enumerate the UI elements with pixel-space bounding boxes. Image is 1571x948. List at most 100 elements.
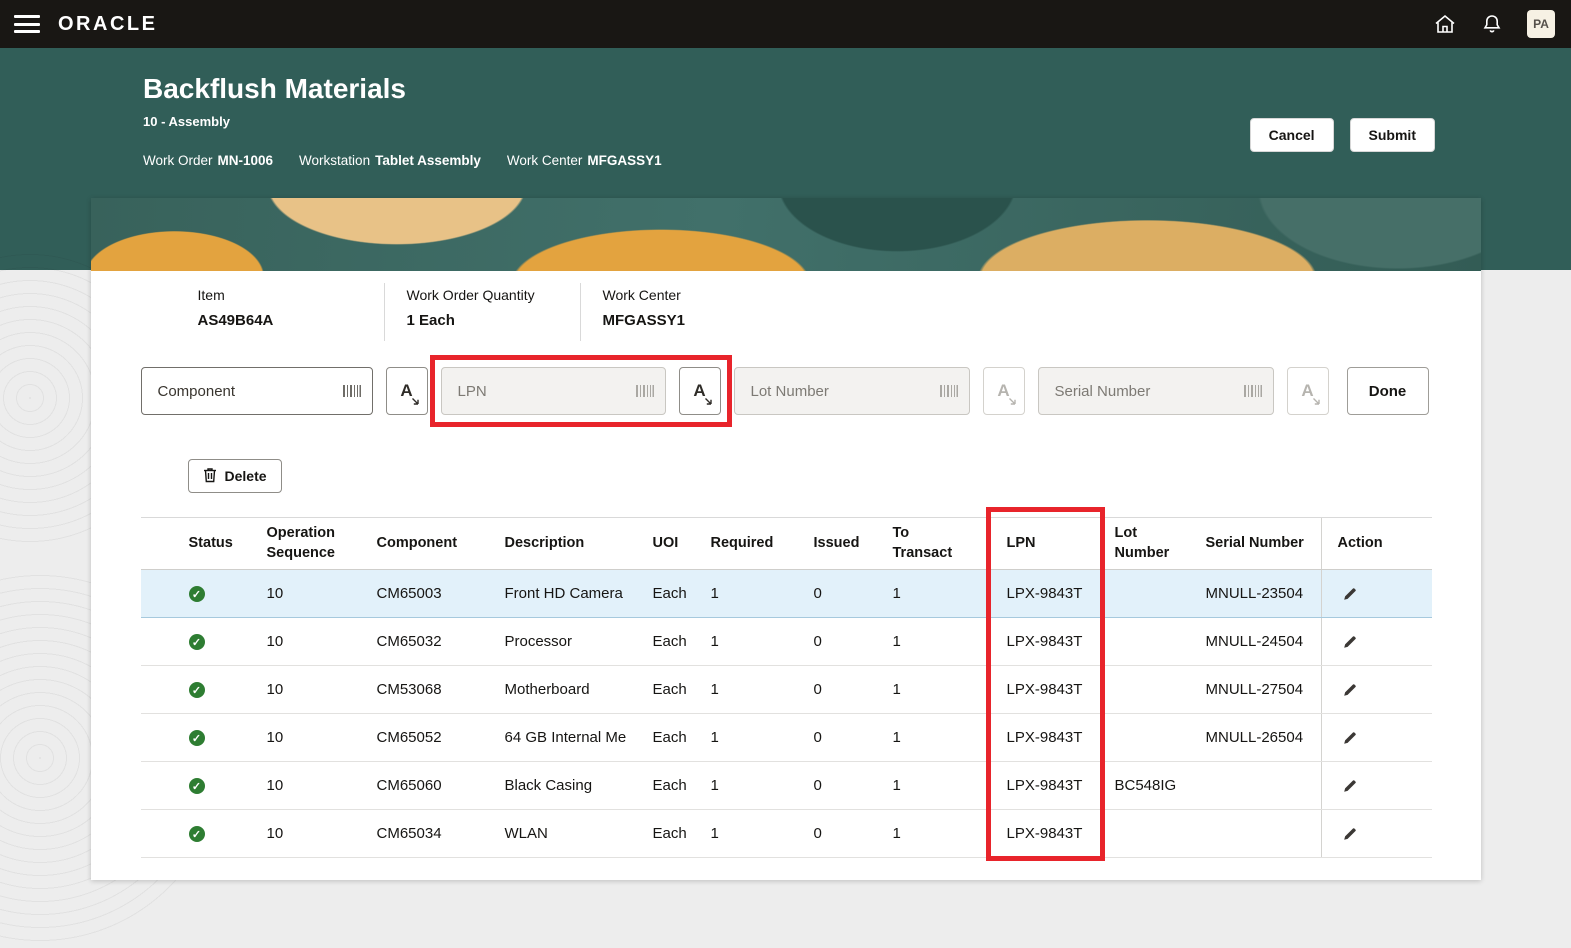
meta-value: MFGASSY1: [587, 152, 662, 168]
submit-button[interactable]: Submit: [1349, 118, 1435, 152]
cell-lpn: LPX-9843T: [1006, 585, 1083, 602]
cell-issued: 0: [813, 633, 822, 650]
edit-row-button[interactable]: [1338, 678, 1362, 702]
cell-to-transact: 1: [892, 825, 901, 842]
decorative-banner: [90, 198, 1481, 271]
user-avatar[interactable]: PA: [1527, 10, 1555, 38]
action-cell: [1320, 618, 1432, 665]
lpn-keyboard-entry-icon[interactable]: A: [678, 367, 721, 415]
component-scan-field[interactable]: [140, 367, 373, 415]
component-input[interactable]: [155, 381, 334, 401]
trash-icon: [203, 467, 217, 486]
cell-description: Front HD Camera: [504, 585, 623, 602]
cell-required: 1: [710, 681, 719, 698]
notifications-bell-icon[interactable]: [1481, 13, 1503, 35]
barcode-icon: [939, 384, 958, 403]
cell-component: CM65060: [376, 777, 442, 794]
status-cell: ✓: [141, 633, 267, 651]
summary-fields: Item AS49B64A Work Order Quantity 1 Each…: [198, 283, 1481, 341]
edit-row-button[interactable]: [1338, 822, 1362, 846]
cancel-button[interactable]: Cancel: [1249, 118, 1334, 152]
cell-issued: 0: [813, 777, 822, 794]
cell-uoi: Each: [652, 585, 687, 602]
meta-value: Tablet Assembly: [375, 152, 481, 168]
column-header-lpn: LPN: [1006, 534, 1036, 551]
summary-work-center: Work Center MFGASSY1: [581, 283, 791, 341]
page-title: Backflush Materials: [143, 73, 406, 104]
cell-lpn: LPX-9843T: [1006, 777, 1083, 794]
cell-uoi: Each: [652, 681, 687, 698]
scan-input-row: A A: [140, 355, 1432, 427]
cell-lpn: LPX-9843T: [1006, 681, 1083, 698]
cell-uoi: Each: [652, 777, 687, 794]
summary-label: Work Order Quantity: [406, 287, 535, 303]
status-ok-icon: ✓: [188, 730, 205, 747]
materials-table: Status Operation Sequence Component Descrip…: [140, 507, 1432, 861]
edit-row-button[interactable]: [1338, 726, 1362, 750]
column-header-op-seq: Operation Sequence: [266, 524, 336, 561]
table-row[interactable]: ✓ 10 CM65032 Processor Each 1 0 1 LPX-9843T MNULL…: [140, 618, 1432, 666]
home-icon[interactable]: [1433, 13, 1457, 35]
column-header-component: Component: [376, 534, 458, 551]
summary-label: Item: [197, 287, 225, 303]
cell-serial: MNULL-27504: [1205, 681, 1304, 698]
cell-op-seq: 10: [266, 825, 284, 842]
lot-number-input: [748, 381, 931, 401]
edit-row-button[interactable]: [1338, 774, 1362, 798]
cell-required: 1: [710, 585, 719, 602]
status-cell: ✓: [141, 825, 267, 843]
barcode-icon: [635, 384, 654, 403]
done-button[interactable]: Done: [1346, 367, 1429, 415]
backflush-card: Item AS49B64A Work Order Quantity 1 Each…: [90, 198, 1481, 880]
meta-label: Work Center: [506, 152, 583, 168]
delete-button-label: Delete: [224, 468, 267, 484]
edit-row-button[interactable]: [1338, 630, 1362, 654]
cell-required: 1: [710, 777, 719, 794]
status-cell: ✓: [141, 729, 267, 747]
cell-to-transact: 1: [892, 633, 901, 650]
status-cell: ✓: [141, 585, 267, 603]
cell-to-transact: 1: [892, 729, 901, 746]
status-cell: ✓: [141, 777, 267, 795]
action-cell: [1320, 762, 1432, 809]
barcode-icon: [1243, 384, 1262, 403]
column-header-uoi: UOI: [652, 534, 679, 551]
status-ok-icon: ✓: [188, 634, 205, 651]
cell-component: CM65034: [376, 825, 442, 842]
cell-component: CM65032: [376, 633, 442, 650]
action-cell: [1320, 570, 1432, 617]
column-header-issued: Issued: [813, 534, 860, 551]
cell-issued: 0: [813, 729, 822, 746]
column-header-to-transact: To Transact: [892, 524, 953, 561]
status-ok-icon: ✓: [188, 682, 205, 699]
cell-component: CM53068: [376, 681, 442, 698]
table-row[interactable]: ✓ 10 CM65003 Front HD Camera Each 1 0 1 LPX-9843…: [140, 570, 1432, 618]
cell-op-seq: 10: [266, 777, 284, 794]
barcode-icon: [342, 384, 361, 403]
cell-lot: BC548IG: [1114, 777, 1177, 794]
table-row[interactable]: ✓ 10 CM65034 WLAN Each 1 0 1 LPX-9843T: [140, 810, 1432, 858]
cell-uoi: Each: [652, 729, 687, 746]
work-order-meta: Work Order MN-1006 Workstation Tablet Asse…: [143, 153, 1571, 168]
cell-to-transact: 1: [892, 585, 901, 602]
cell-to-transact: 1: [892, 777, 901, 794]
cell-required: 1: [710, 825, 719, 842]
cell-required: 1: [710, 633, 719, 650]
table-row[interactable]: ✓ 10 CM53068 Motherboard Each 1 0 1 LPX-9843T MNU…: [140, 666, 1432, 714]
table-row[interactable]: ✓ 10 CM65052 64 GB Internal Me Each 1 0 1 LPX-98…: [140, 714, 1432, 762]
cell-serial: MNULL-23504: [1205, 585, 1304, 602]
edit-row-button[interactable]: [1338, 582, 1362, 606]
summary-label: Work Center: [602, 287, 681, 303]
meta-value: MN-1006: [217, 152, 274, 168]
component-keyboard-entry-icon[interactable]: A: [385, 367, 428, 415]
cell-lpn: LPX-9843T: [1006, 729, 1083, 746]
hamburger-menu-icon[interactable]: [14, 15, 40, 33]
lot-keyboard-entry-icon: A: [982, 367, 1025, 415]
delete-button[interactable]: Delete: [187, 459, 282, 493]
cell-required: 1: [710, 729, 719, 746]
lpn-scan-field: [440, 367, 666, 415]
summary-work-order-quantity: Work Order Quantity 1 Each: [385, 283, 581, 341]
cell-lpn: LPX-9843T: [1006, 633, 1083, 650]
meta-label: Work Order: [143, 152, 213, 168]
table-row[interactable]: ✓ 10 CM65060 Black Casing Each 1 0 1 LPX-9843T BC…: [140, 762, 1432, 810]
